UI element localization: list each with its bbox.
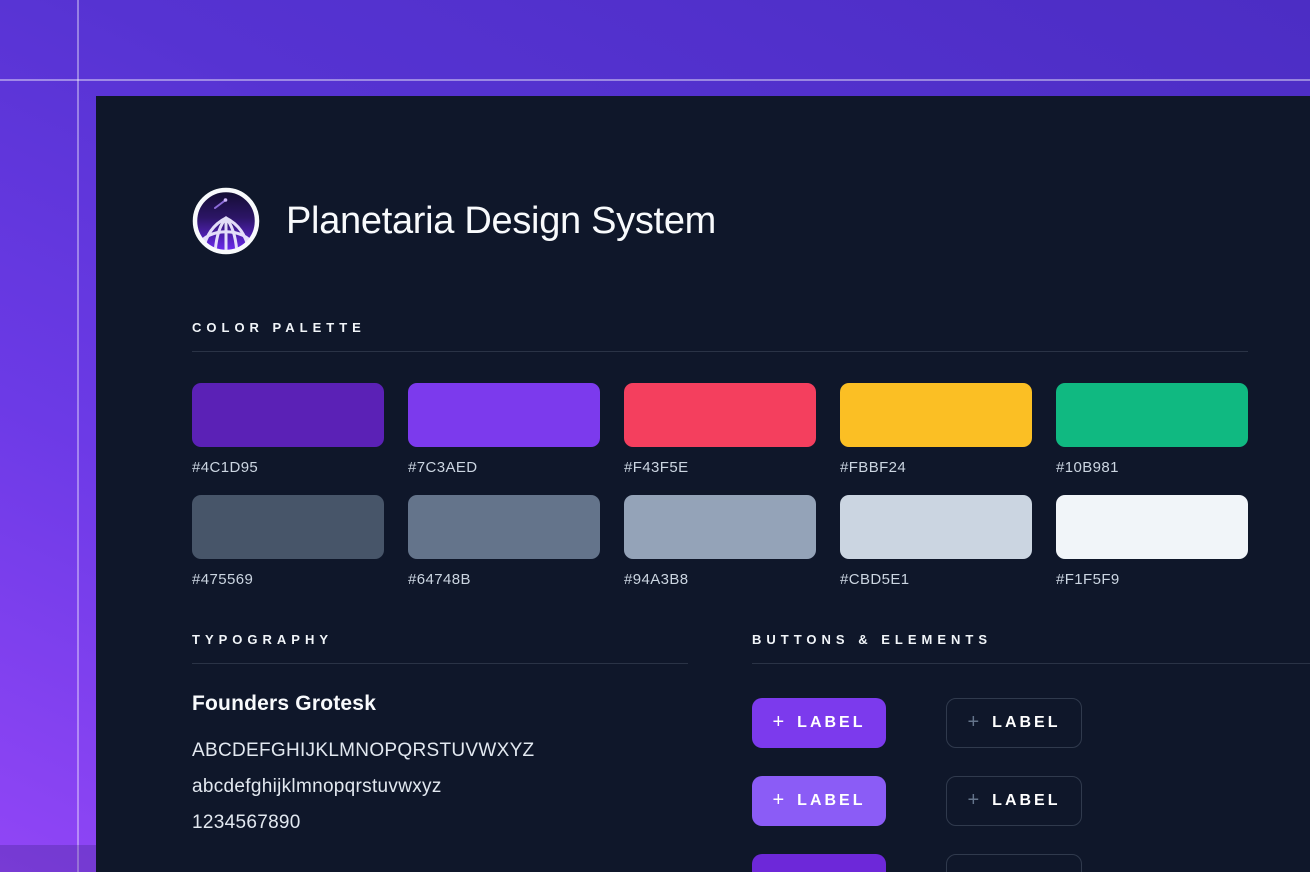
specimen-lowercase: abcdefghijklmnopqrstuvwxyz: [192, 777, 534, 797]
label-button-outline[interactable]: + LABEL: [946, 854, 1082, 872]
backdrop-band: [0, 845, 96, 872]
swatch-hex-label: #F1F5F9: [1056, 571, 1248, 588]
swatch-hex-label: #10B981: [1056, 459, 1248, 476]
button-row: + LABEL + LABEL: [752, 698, 1082, 748]
typography-heading: TYPOGRAPHY: [192, 632, 333, 647]
swatch-cell: #FBBF24: [840, 383, 1032, 476]
swatch-hex-label: #F43F5E: [624, 459, 816, 476]
button-label: LABEL: [992, 792, 1060, 810]
plus-icon: +: [772, 711, 784, 734]
vertical-guide-line: [77, 0, 79, 872]
buttons-divider: [752, 663, 1310, 664]
plus-icon: +: [772, 789, 784, 812]
color-swatch: [624, 383, 816, 447]
label-button-filled[interactable]: + LABEL: [752, 698, 886, 748]
color-swatch: [1056, 383, 1248, 447]
button-row: + LABEL + LABEL: [752, 776, 1082, 826]
swatch-cell: #F43F5E: [624, 383, 816, 476]
specimen-numerals: 1234567890: [192, 813, 534, 833]
swatch-cell: #4C1D95: [192, 383, 384, 476]
swatch-hex-label: #94A3B8: [624, 571, 816, 588]
swatch-hex-label: #475569: [192, 571, 384, 588]
swatch-cell: #10B981: [1056, 383, 1248, 476]
swatch-cell: #F1F5F9: [1056, 495, 1248, 588]
horizontal-guide-line: [0, 79, 1310, 81]
color-swatch: [192, 383, 384, 447]
label-button-outline[interactable]: + LABEL: [946, 776, 1082, 826]
swatch-row-bottom: #475569 #64748B #94A3B8 #CBD5E1 #F1F5F9: [192, 495, 1248, 588]
color-swatch: [840, 495, 1032, 559]
plus-icon: +: [967, 867, 979, 872]
color-palette-heading: COLOR PALETTE: [192, 320, 366, 335]
color-swatch: [192, 495, 384, 559]
plus-icon: +: [772, 867, 784, 872]
design-system-artboard: Planetaria Design System COLOR PALETTE #…: [96, 96, 1310, 872]
swatch-cell: #7C3AED: [408, 383, 600, 476]
swatch-hex-label: #4C1D95: [192, 459, 384, 476]
plus-icon: +: [967, 711, 979, 734]
label-button-outline[interactable]: + LABEL: [946, 698, 1082, 748]
specimen-uppercase: ABCDEFGHIJKLMNOPQRSTUVWXYZ: [192, 741, 534, 761]
color-swatch: [1056, 495, 1248, 559]
swatch-hex-label: #FBBF24: [840, 459, 1032, 476]
color-swatch: [624, 495, 816, 559]
color-swatch: [408, 383, 600, 447]
button-row: + LABEL + LABEL: [752, 854, 1082, 872]
swatch-row-top: #4C1D95 #7C3AED #F43F5E #FBBF24 #10B981: [192, 383, 1248, 476]
planetaria-logo-icon: [192, 187, 260, 255]
swatch-cell: #475569: [192, 495, 384, 588]
color-swatch: [840, 383, 1032, 447]
type-specimen: ABCDEFGHIJKLMNOPQRSTUVWXYZ abcdefghijklm…: [192, 741, 534, 849]
swatch-hex-label: #64748B: [408, 571, 600, 588]
label-button-filled[interactable]: + LABEL: [752, 776, 886, 826]
swatch-cell: #64748B: [408, 495, 600, 588]
button-label: LABEL: [797, 792, 865, 810]
page-title: Planetaria Design System: [286, 200, 716, 243]
typography-divider: [192, 663, 688, 664]
swatch-hex-label: #CBD5E1: [840, 571, 1032, 588]
palette-divider: [192, 351, 1248, 352]
plus-icon: +: [967, 789, 979, 812]
label-button-filled[interactable]: + LABEL: [752, 854, 886, 872]
button-label: LABEL: [992, 714, 1060, 732]
buttons-elements-heading: BUTTONS & ELEMENTS: [752, 632, 992, 647]
font-name: Founders Grotesk: [192, 692, 376, 716]
button-label: LABEL: [797, 714, 865, 732]
swatch-cell: #CBD5E1: [840, 495, 1032, 588]
swatch-cell: #94A3B8: [624, 495, 816, 588]
swatch-hex-label: #7C3AED: [408, 459, 600, 476]
color-swatch: [408, 495, 600, 559]
brand-header: Planetaria Design System: [192, 187, 716, 255]
